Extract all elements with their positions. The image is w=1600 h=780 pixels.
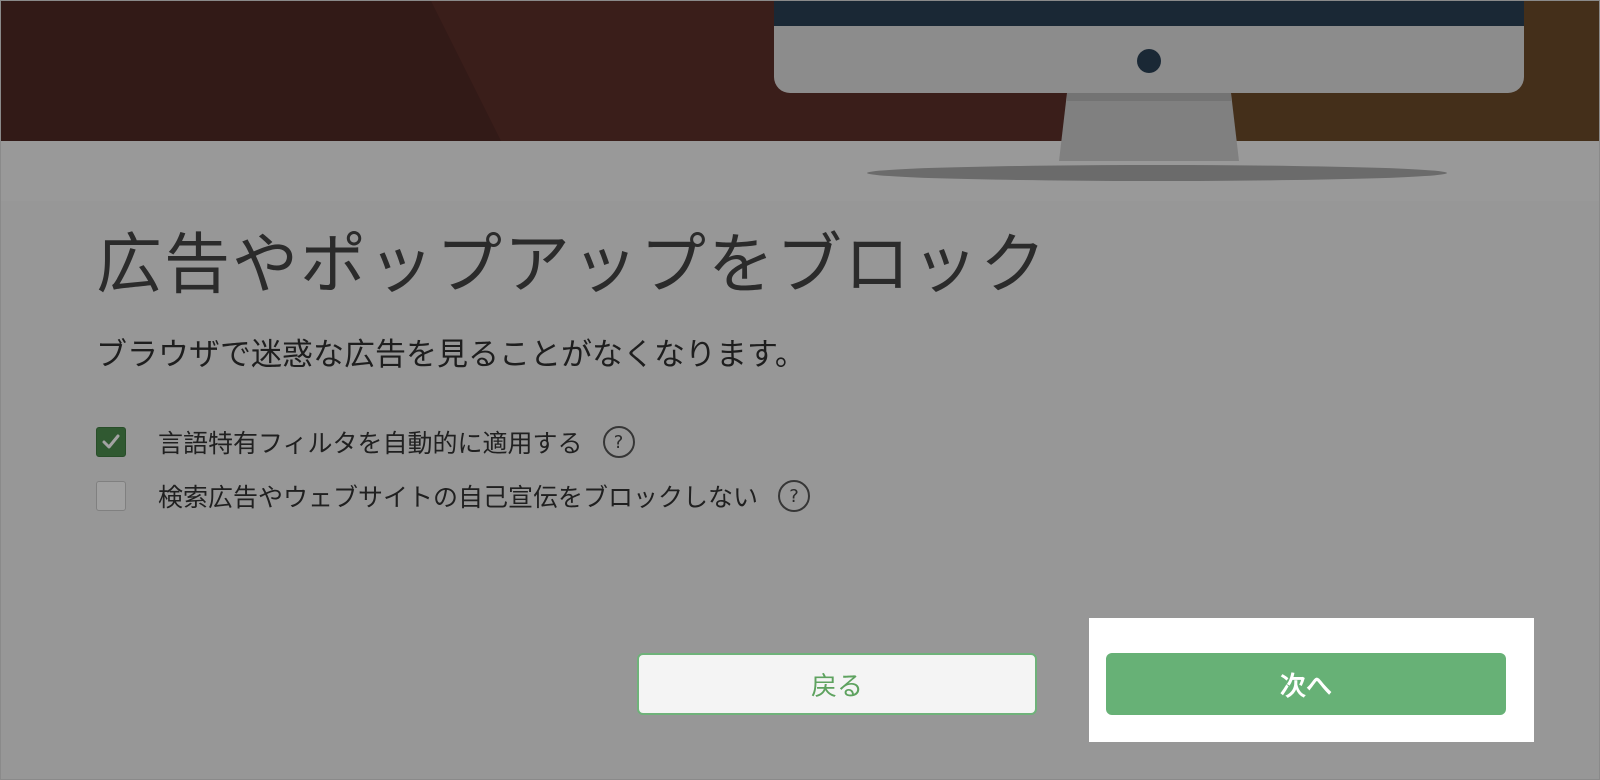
- language-filters-checkbox[interactable]: [96, 427, 126, 457]
- search-ads-label[interactable]: 検索広告やウェブサイトの自己宣伝をブロックしない: [158, 478, 758, 514]
- option-search-ads: 検索広告やウェブサイトの自己宣伝をブロックしない ?: [96, 478, 811, 514]
- setup-dialog: 広告やポップアップをブロック ブラウザで迷惑な広告を見ることがなくなります。 言…: [0, 0, 1600, 780]
- option-language-filters: 言語特有フィルタを自動的に適用する ?: [96, 425, 635, 459]
- checkmark-icon: [102, 434, 120, 449]
- question-circle-icon[interactable]: ?: [602, 426, 635, 458]
- search-ads-checkbox[interactable]: [96, 481, 126, 511]
- question-circle-icon[interactable]: ?: [778, 480, 811, 512]
- next-button[interactable]: 次へ: [1106, 653, 1506, 715]
- language-filters-label[interactable]: 言語特有フィルタを自動的に適用する: [158, 424, 583, 460]
- monitor-illustration: [1, 1, 1599, 201]
- page-subtitle: ブラウザで迷惑な広告を見ることがなくなります。: [96, 337, 806, 373]
- header-illustration: [1, 1, 1599, 201]
- back-button[interactable]: 戻る: [637, 653, 1037, 715]
- page-title: 広告やポップアップをブロック: [96, 226, 1048, 303]
